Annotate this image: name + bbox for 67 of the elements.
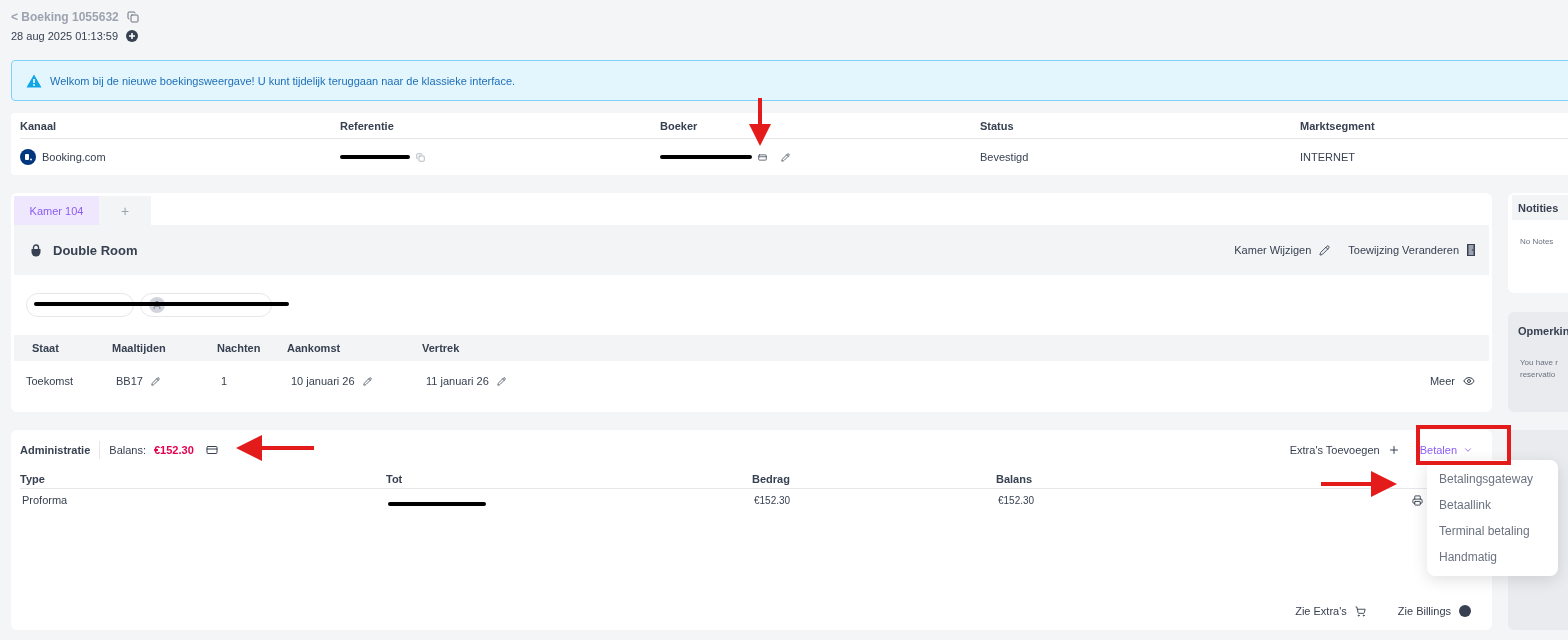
- pay-button[interactable]: Betalen: [1407, 444, 1483, 456]
- edit-icon[interactable]: [362, 376, 372, 386]
- view-billings-link[interactable]: Zie Billings: [1397, 605, 1471, 617]
- arrow-drawing: [749, 98, 771, 146]
- table-cell: BB17: [116, 375, 143, 387]
- add-icon[interactable]: [126, 30, 139, 42]
- remarks-title: Opmerkin: [1518, 325, 1568, 337]
- card-icon[interactable]: [205, 444, 218, 456]
- door-icon: [1467, 244, 1475, 256]
- card-icon[interactable]: [758, 152, 767, 162]
- channel-name: Booking.com: [42, 151, 106, 163]
- more-link[interactable]: Meer: [1429, 375, 1475, 387]
- view-extras-link[interactable]: Zie Extra's: [1295, 605, 1366, 617]
- menu-item[interactable]: Terminal betaling: [1427, 518, 1558, 544]
- edit-icon[interactable]: [150, 376, 160, 386]
- notes-text: No Notes: [1520, 237, 1554, 246]
- column-header: Balans: [996, 472, 1033, 487]
- room-title: Double Room: [53, 242, 139, 258]
- edit-icon[interactable]: [781, 152, 790, 162]
- remarks-text: reservatio: [1520, 369, 1557, 381]
- column-header: Staat: [14, 335, 104, 361]
- menu-item[interactable]: Betaallink: [1427, 492, 1558, 518]
- edit-icon: [1319, 244, 1331, 256]
- redaction-mark: [340, 155, 410, 159]
- column-header: Maaltijden: [104, 335, 209, 361]
- column-header: Referentie: [340, 113, 660, 139]
- column-header: Bedrag: [752, 472, 790, 487]
- column-header: Tot: [386, 472, 403, 487]
- remarks-text: You have r: [1520, 357, 1559, 369]
- add-extras-link[interactable]: Extra's Toevoegen: [1289, 444, 1400, 456]
- table-cell: €152.30: [754, 494, 791, 506]
- column-header: Status: [980, 113, 1300, 139]
- table-cell: INTERNET: [1300, 151, 1355, 163]
- warning-icon: [26, 73, 42, 88]
- column-header: Nachten: [209, 335, 279, 361]
- table-cell: 1: [221, 375, 228, 387]
- change-assignment-link[interactable]: Toewijzing Veranderen: [1348, 244, 1475, 256]
- cart-icon: [1354, 605, 1366, 617]
- table-cell: Proforma: [22, 494, 68, 506]
- menu-item[interactable]: Handmatig: [1427, 544, 1558, 570]
- printer-icon[interactable]: [1412, 494, 1423, 506]
- eye-icon: [1463, 375, 1475, 387]
- table-cell: Toekomst: [26, 375, 74, 387]
- chevron-down-icon: [1463, 445, 1473, 455]
- table-cell: 10 januari 26: [291, 375, 355, 387]
- room-tab[interactable]: Kamer 104: [14, 196, 99, 225]
- table-cell: 11 januari 26: [426, 375, 489, 387]
- column-header: Kanaal: [20, 113, 340, 139]
- room-icon: [31, 243, 41, 257]
- plus-icon: [1387, 444, 1400, 456]
- column-header: Aankomst: [279, 335, 414, 361]
- column-header: Vertrek: [414, 335, 1400, 361]
- balance-amount: €152.30: [154, 444, 194, 456]
- change-room-link[interactable]: Kamer Wijzigen: [1234, 244, 1331, 256]
- menu-item[interactable]: Betalingsgateway: [1427, 466, 1558, 492]
- edit-icon[interactable]: [496, 376, 506, 386]
- administration-title: Administratie: [20, 444, 91, 456]
- balance-label: Balans:: [109, 444, 146, 456]
- table-cell: Bevestigd: [980, 151, 1029, 163]
- column-header: Marktsegment: [1300, 113, 1568, 139]
- booking-logo-icon: [20, 149, 36, 165]
- banner-text: Welkom bij de nieuwe boekingsweergave! U kunt tijdelijk teruggaan naar de klassieke interface.: [50, 74, 516, 87]
- column-header: Type: [20, 472, 45, 487]
- booking-date: 28 aug 2025 01:13:59: [11, 30, 119, 42]
- notes-title: Notities: [1518, 201, 1559, 214]
- copy-icon[interactable]: [126, 11, 139, 23]
- table-cell: €152.30: [998, 494, 1035, 506]
